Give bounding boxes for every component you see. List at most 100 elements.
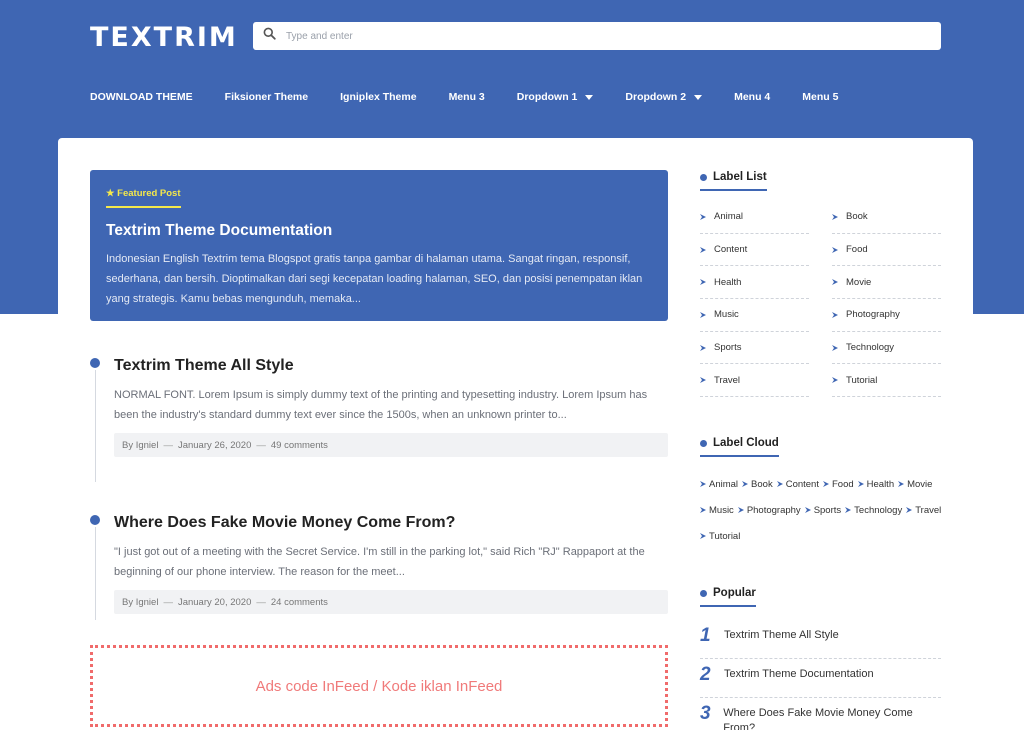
- cloud-tag-text: Travel: [915, 504, 942, 516]
- label-item[interactable]: Animal: [700, 201, 809, 234]
- timeline-line: [95, 527, 96, 620]
- nav-item-fiksioner-theme[interactable]: Fiksioner Theme: [225, 91, 308, 103]
- post-comments[interactable]: 24 comments: [271, 597, 328, 608]
- post-author[interactable]: By Igniel: [122, 440, 158, 451]
- timeline-dot: [90, 515, 100, 525]
- nav-item-dropdown-2[interactable]: Dropdown 2: [625, 91, 703, 103]
- popular-list: 1 Textrim Theme All Style 2 Textrim Them…: [700, 620, 941, 730]
- cloud-tag-text: Movie: [907, 478, 933, 490]
- widget-dot: [700, 439, 707, 447]
- nav-item-menu-4[interactable]: Menu 4: [734, 91, 770, 103]
- cloud-tag-text: Animal: [709, 478, 739, 490]
- cloud-tag[interactable]: Food: [822, 477, 854, 491]
- chevron-right-icon: [700, 533, 706, 539]
- cloud-tag[interactable]: Health: [857, 477, 895, 491]
- popular-item[interactable]: 3 Where Does Fake Movie Money Come From?: [700, 698, 941, 730]
- meta-separator: —: [256, 439, 266, 451]
- search-bar[interactable]: [253, 22, 941, 50]
- cloud-tag[interactable]: Travel: [906, 503, 941, 517]
- cloud-tag-text: Photography: [746, 504, 801, 516]
- chevron-right-icon: [832, 213, 838, 220]
- nav-item-label: Fiksioner Theme: [224, 91, 309, 103]
- widget-title-popular: Popular: [700, 587, 756, 607]
- label-item[interactable]: Health: [700, 266, 809, 300]
- featured-title[interactable]: Textrim Theme Documentation: [106, 222, 652, 240]
- cloud-tag-text: Health: [866, 478, 895, 490]
- post-meta: By Igniel — January 26, 2020 — 49 commen…: [114, 433, 668, 457]
- chevron-right-icon: [700, 344, 706, 351]
- cloud-tag[interactable]: Book: [742, 477, 773, 491]
- label-item[interactable]: Technology: [832, 332, 941, 365]
- cloud-tag[interactable]: Movie: [898, 477, 932, 491]
- label-item[interactable]: Sports: [700, 332, 809, 365]
- label-text: Travel: [714, 374, 741, 386]
- cloud-tag[interactable]: Photography: [737, 503, 801, 517]
- label-text: Tutorial: [846, 374, 878, 386]
- label-item[interactable]: Music: [700, 299, 809, 332]
- timeline-dot: [90, 358, 100, 368]
- featured-excerpt: Indonesian English Textrim tema Blogspot…: [106, 253, 643, 305]
- label-item[interactable]: Travel: [700, 364, 809, 398]
- cloud-tag-text: Food: [831, 478, 854, 490]
- cloud-tag[interactable]: Sports: [804, 503, 841, 517]
- popular-rank: 2: [700, 664, 711, 685]
- label-item[interactable]: Book: [832, 201, 941, 234]
- timeline-line: [95, 370, 96, 482]
- post-item: Where Does Fake Movie Money Come From? "…: [90, 515, 668, 620]
- widget-title-text: Label Cloud: [713, 437, 779, 449]
- chevron-right-icon: [832, 344, 838, 351]
- chevron-down-icon: [694, 94, 703, 100]
- chevron-right-icon: [742, 481, 749, 487]
- nav-item-igniplex-theme[interactable]: Igniplex Theme: [340, 91, 416, 103]
- post-title[interactable]: Textrim Theme All Style: [114, 358, 668, 374]
- nav-item-label: Menu 3: [448, 91, 485, 103]
- label-item[interactable]: Food: [832, 234, 941, 267]
- search-input[interactable]: [286, 30, 886, 42]
- label-text: Book: [846, 211, 868, 223]
- post-author[interactable]: By Igniel: [122, 597, 158, 608]
- label-cloud: Animal Book Content Food Health Movie Mu…: [700, 477, 945, 543]
- nav-item-dropdown-1[interactable]: Dropdown 1: [517, 91, 594, 103]
- widget-title-label-cloud: Label Cloud: [700, 437, 779, 457]
- cloud-tag[interactable]: Technology: [845, 503, 902, 517]
- post-title[interactable]: Where Does Fake Movie Money Come From?: [114, 515, 668, 531]
- label-item[interactable]: Photography: [832, 299, 941, 332]
- label-text: Photography: [846, 309, 900, 321]
- search-icon[interactable]: [263, 27, 276, 45]
- nav-item-label: DOWNLOAD THEME: [90, 91, 193, 103]
- site-logo[interactable]: TEXTRIM: [90, 22, 238, 53]
- label-item[interactable]: Tutorial: [832, 364, 941, 398]
- chevron-right-icon: [832, 246, 838, 253]
- nav-item-menu-5[interactable]: Menu 5: [802, 91, 838, 103]
- popular-rank: 3: [700, 703, 711, 724]
- widget-title-label-list: Label List: [700, 171, 767, 191]
- label-item[interactable]: Content: [700, 234, 809, 267]
- chevron-right-icon: [832, 311, 838, 318]
- cloud-tag-text: Technology: [854, 504, 903, 516]
- chevron-right-icon: [700, 377, 706, 384]
- post-comments[interactable]: 49 comments: [271, 440, 328, 451]
- cloud-tag[interactable]: Animal: [700, 477, 738, 491]
- nav-item-menu-3[interactable]: Menu 3: [449, 91, 485, 103]
- nav-item-label: Menu 4: [734, 91, 771, 103]
- cloud-tag[interactable]: Tutorial: [700, 529, 740, 543]
- label-text: Animal: [714, 211, 744, 223]
- nav-item-label: Dropdown 1: [516, 91, 578, 103]
- nav-item-label: Igniplex Theme: [340, 91, 417, 103]
- cloud-tag[interactable]: Content: [776, 477, 819, 491]
- popular-title: Textrim Theme All Style: [724, 629, 839, 641]
- popular-rank: 1: [700, 625, 711, 646]
- popular-title: Where Does Fake Movie Money Come From?: [723, 707, 913, 730]
- label-list: Animal Book Content Food Health Movie Mu…: [700, 201, 941, 398]
- popular-item[interactable]: 1 Textrim Theme All Style: [700, 620, 941, 659]
- label-text: Music: [714, 309, 739, 321]
- label-text: Content: [714, 244, 748, 256]
- nav-item-download-theme[interactable]: DOWNLOAD THEME: [90, 91, 193, 103]
- post-date: January 20, 2020: [177, 596, 252, 608]
- featured-post: ★ Featured Post Textrim Theme Documentat…: [90, 170, 668, 321]
- cloud-tag[interactable]: Music: [700, 503, 734, 517]
- popular-item[interactable]: 2 Textrim Theme Documentation: [700, 659, 941, 698]
- chevron-right-icon: [857, 481, 864, 487]
- label-item[interactable]: Movie: [832, 266, 941, 300]
- widget-title-text: Label List: [713, 171, 767, 183]
